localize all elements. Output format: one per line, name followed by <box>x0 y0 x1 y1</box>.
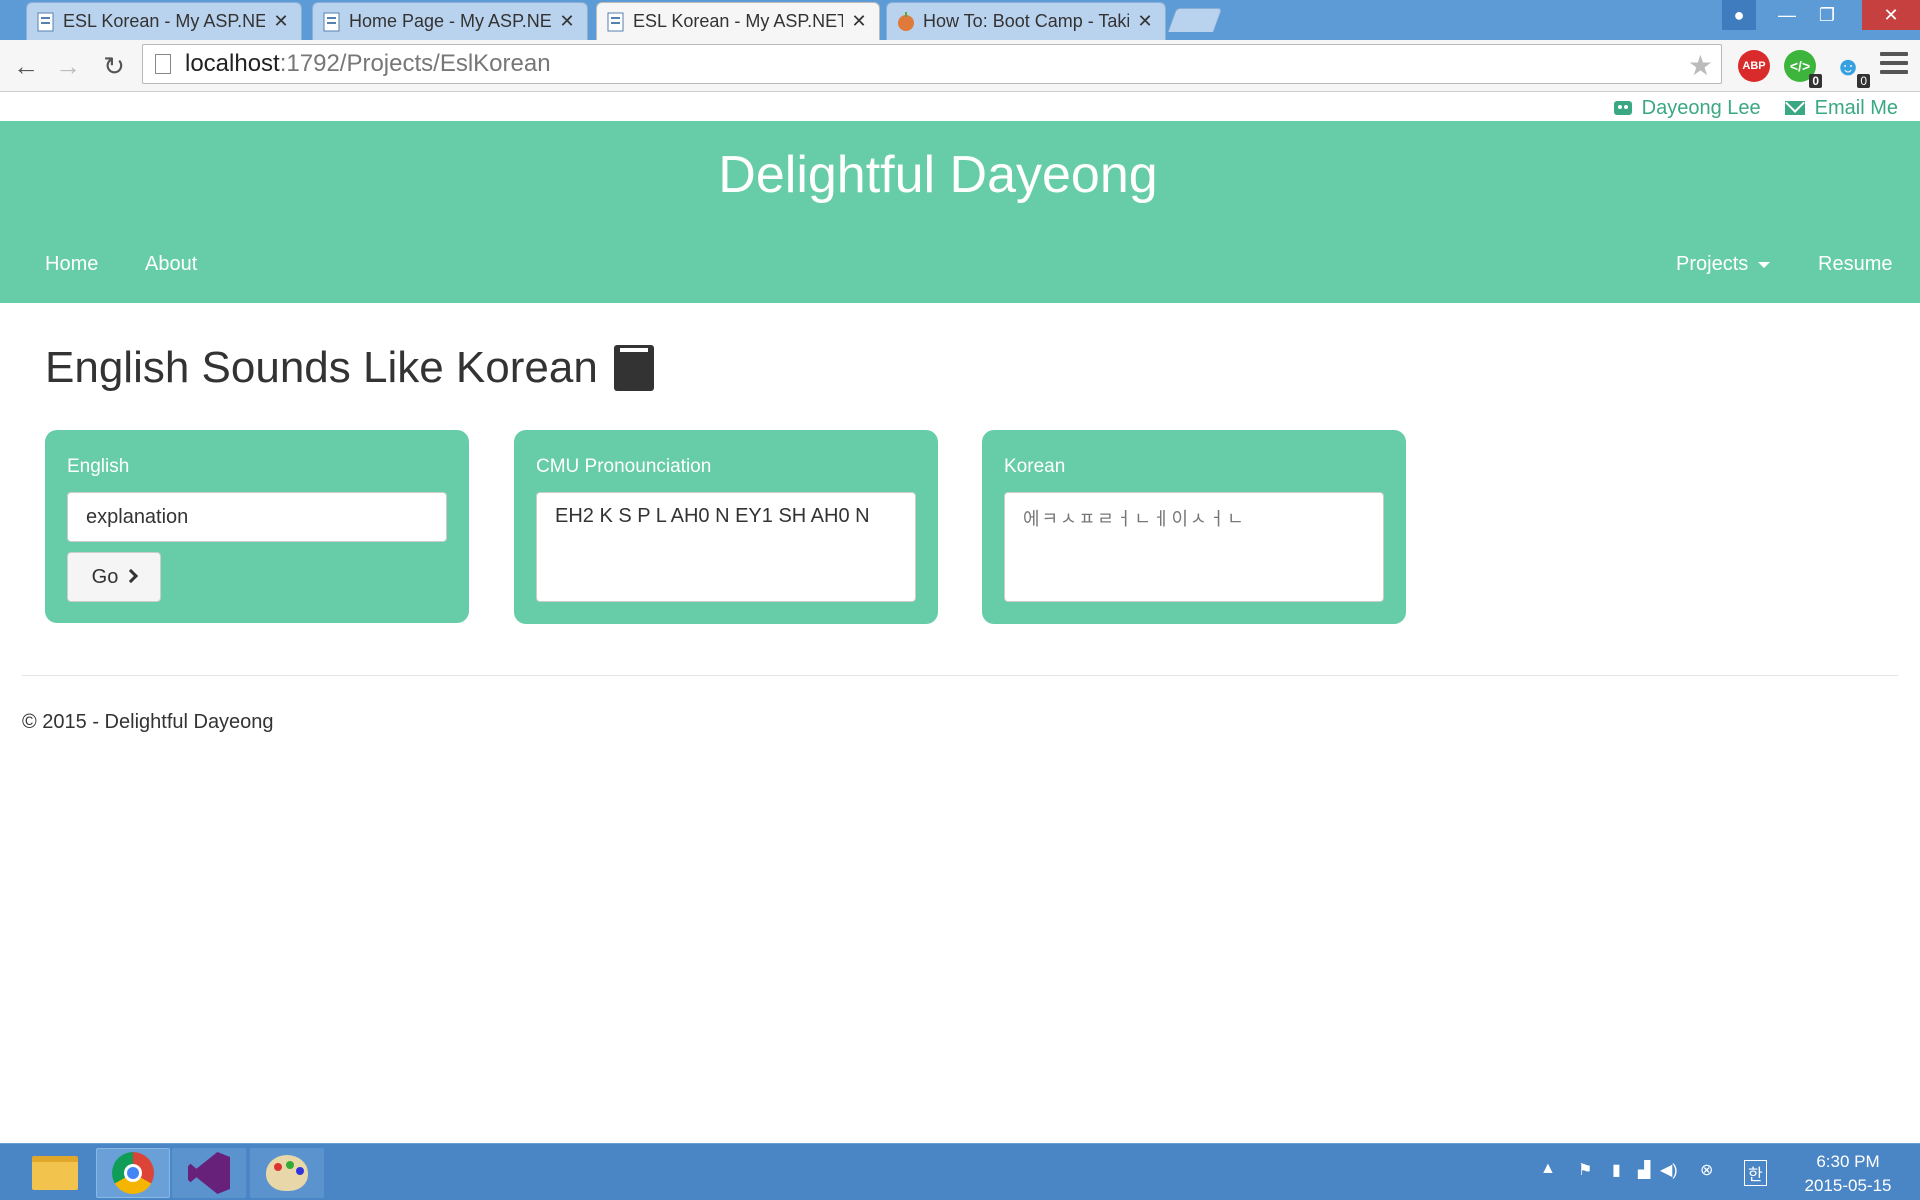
web-page: Dayeong Lee Email Me Delightful Dayeong … <box>0 93 1920 1143</box>
document-icon <box>607 12 625 32</box>
footer-copyright: © 2015 - Delightful Dayeong <box>22 711 274 733</box>
document-icon <box>323 12 341 32</box>
maximize-button[interactable]: ❐ <box>1810 0 1844 30</box>
tab-label: ESL Korean - My ASP.NET <box>63 11 265 31</box>
nav-resume[interactable]: Resume <box>1818 253 1892 276</box>
device-icon[interactable]: ▮ <box>1612 1160 1621 1180</box>
extension-badge: 0 <box>1809 74 1822 88</box>
tab-boot-camp[interactable]: How To: Boot Camp - Taki ✕ <box>886 2 1166 40</box>
email-link-label: Email Me <box>1814 96 1898 119</box>
paint-icon[interactable] <box>250 1148 324 1198</box>
site-title[interactable]: Delightful Dayeong <box>0 145 1876 205</box>
chevron-right-icon <box>124 568 139 584</box>
english-input[interactable]: explanation <box>67 492 447 542</box>
cmu-panel: CMU Pronounciation EH2 K S P L AH0 N EY1… <box>514 430 938 624</box>
english-panel: English explanation Go <box>45 430 469 623</box>
page-heading-text: English Sounds Like Korean <box>45 343 598 392</box>
ime-indicator[interactable]: 한 <box>1744 1160 1767 1186</box>
network-signal-icon[interactable]: ▟ <box>1638 1160 1650 1180</box>
english-label: English <box>67 456 130 477</box>
windows-taskbar: ▲ ⚑ ▮ ▟ ◀) ⊗ 한 6:30 PM 2015-05-15 <box>0 1143 1920 1200</box>
clock-time[interactable]: 6:30 PM <box>1790 1152 1906 1172</box>
bookmark-star-icon[interactable]: ★ <box>1688 49 1713 82</box>
file-explorer-icon[interactable] <box>18 1148 92 1198</box>
close-icon[interactable]: ✕ <box>1135 11 1155 32</box>
user-icon[interactable]: ● <box>1722 0 1756 30</box>
nav-projects-label: Projects <box>1676 253 1749 275</box>
header-divider <box>22 317 1898 319</box>
nav-projects-dropdown[interactable]: Projects <box>1676 253 1771 276</box>
action-center-flag-icon[interactable]: ⚑ <box>1578 1160 1592 1180</box>
page-heading: English Sounds Like Korean <box>45 343 654 393</box>
cmu-output[interactable]: EH2 K S P L AH0 N EY1 SH AH0 N <box>536 492 916 602</box>
reload-icon[interactable]: ↻ <box>96 48 132 84</box>
envelope-icon <box>1784 101 1805 115</box>
close-icon[interactable]: ✕ <box>271 11 291 32</box>
extension-badge: 0 <box>1857 74 1870 88</box>
network-disconnected-icon[interactable]: ⊗ <box>1700 1160 1713 1180</box>
go-button[interactable]: Go <box>67 552 161 602</box>
browser-toolbar: ← → ↻ localhost:1792/Projects/EslKorean … <box>0 40 1920 92</box>
top-links: Dayeong Lee Email Me <box>1613 95 1898 121</box>
menu-icon[interactable] <box>1880 52 1908 76</box>
tab-esl-korean-1[interactable]: ESL Korean - My ASP.NET ✕ <box>26 2 302 40</box>
github-icon <box>1613 101 1632 115</box>
new-tab-button[interactable] <box>1167 8 1223 32</box>
site-header: Delightful Dayeong Home About Projects R… <box>0 121 1920 319</box>
tab-home-page[interactable]: Home Page - My ASP.NET ✕ <box>312 2 588 40</box>
tab-esl-korean-active[interactable]: ESL Korean - My ASP.NET ✕ <box>596 2 880 40</box>
email-link[interactable]: Email Me <box>1784 95 1898 121</box>
apple-icon <box>897 11 915 32</box>
code-extension-icon[interactable]: </> 0 <box>1784 50 1822 88</box>
back-arrow-icon[interactable]: ← <box>8 48 44 84</box>
chrome-icon[interactable] <box>96 1148 170 1198</box>
tab-label: Home Page - My ASP.NET <box>349 11 551 31</box>
url-host: localhost <box>185 50 280 77</box>
minimize-button[interactable]: — <box>1770 0 1804 30</box>
close-icon[interactable]: ✕ <box>557 11 577 32</box>
nav-about[interactable]: About <box>145 253 197 276</box>
volume-icon[interactable]: ◀) <box>1660 1160 1678 1180</box>
tab-label: ESL Korean - My ASP.NET <box>633 11 843 31</box>
caret-down-icon <box>1758 261 1771 268</box>
clock-date[interactable]: 2015-05-15 <box>1790 1176 1906 1196</box>
github-link-label: Dayeong Lee <box>1641 96 1761 119</box>
close-window-button[interactable]: ✕ <box>1862 0 1920 30</box>
book-icon <box>613 345 654 391</box>
url-path: :1792/Projects/EslKorean <box>279 50 551 77</box>
go-button-label: Go <box>91 565 119 588</box>
page-icon <box>155 54 171 74</box>
nav-home[interactable]: Home <box>45 253 98 276</box>
adblock-icon[interactable]: ABP <box>1738 50 1770 82</box>
ghost-extension-icon[interactable]: ☻ 0 <box>1832 50 1870 88</box>
visual-studio-icon[interactable] <box>172 1148 246 1198</box>
close-icon[interactable]: ✕ <box>849 11 869 32</box>
address-bar[interactable]: localhost:1792/Projects/EslKorean ★ <box>142 44 1722 84</box>
github-link[interactable]: Dayeong Lee <box>1613 95 1761 121</box>
cmu-label: CMU Pronounciation <box>536 456 712 477</box>
korean-label: Korean <box>1004 456 1066 477</box>
forward-arrow-icon[interactable]: → <box>50 48 86 84</box>
document-icon <box>37 12 55 32</box>
footer-divider <box>22 675 1898 676</box>
korean-panel: Korean 에ㅋㅅㅍㄹㅓㄴㅔ이ㅅㅓㄴ <box>982 430 1406 624</box>
show-hidden-icons-icon[interactable]: ▲ <box>1540 1160 1556 1178</box>
tab-label: How To: Boot Camp - Taki <box>923 11 1129 31</box>
korean-output[interactable]: 에ㅋㅅㅍㄹㅓㄴㅔ이ㅅㅓㄴ <box>1004 492 1384 602</box>
browser-titlebar: ESL Korean - My ASP.NET ✕ Home Page - My… <box>0 0 1920 40</box>
